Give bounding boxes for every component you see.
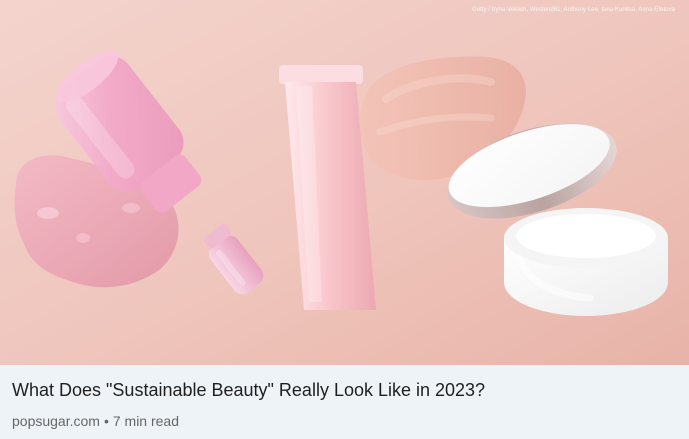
source-link[interactable]: popsugar.com: [12, 413, 100, 429]
article-meta: What Does "Sustainable Beauty" Really Lo…: [0, 365, 689, 439]
image-credit: Getty / Iryna Veklich, Westend61, Anthon…: [472, 7, 675, 13]
article-hero-image[interactable]: Getty / Iryna Veklich, Westend61, Anthon…: [0, 0, 689, 365]
article-preview-card[interactable]: Getty / Iryna Veklich, Westend61, Anthon…: [0, 0, 689, 439]
article-subline: popsugar.com • 7 min read: [12, 412, 179, 430]
read-time: 7 min read: [112, 413, 180, 429]
beauty-products-illustration: [0, 0, 689, 365]
meta-separator: •: [103, 413, 109, 429]
article-title[interactable]: What Does "Sustainable Beauty" Really Lo…: [12, 379, 485, 401]
